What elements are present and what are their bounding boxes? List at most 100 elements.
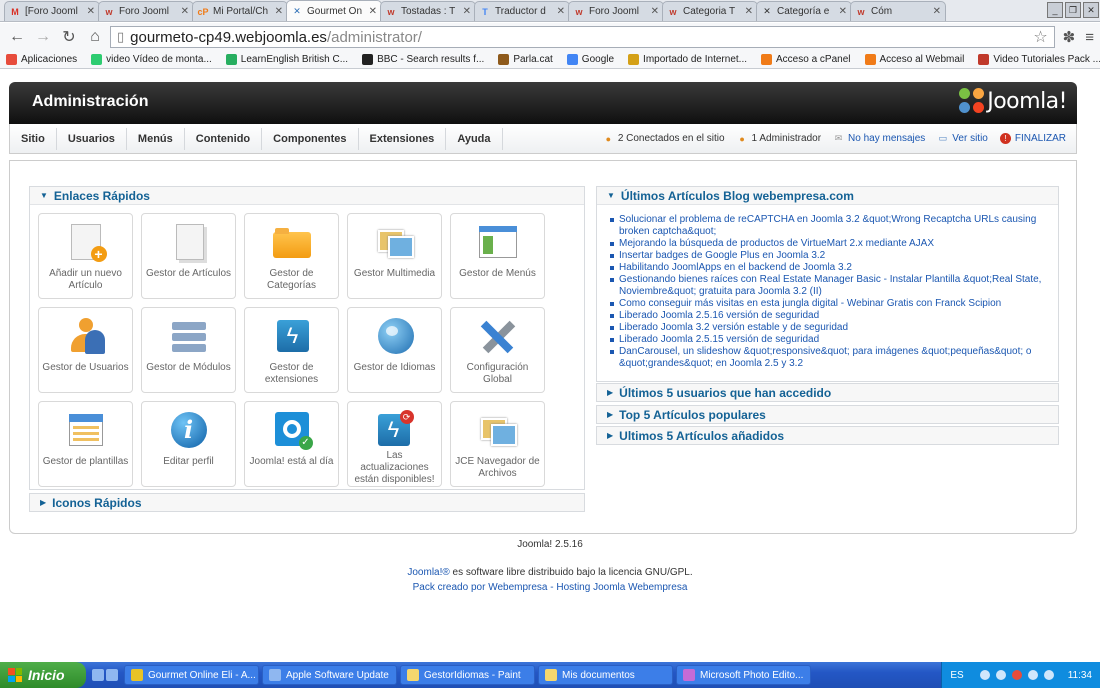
popular-articles-toggle[interactable]: ▶ Top 5 Artículos populares: [596, 405, 1059, 424]
news-article-link[interactable]: Mejorando la búsqueda de productos de Vi…: [610, 238, 1048, 250]
browser-tab[interactable]: M [Foro Jooml ✕: [4, 1, 100, 21]
browser-tab[interactable]: w Cóm ✕: [850, 1, 946, 21]
menu-item-5[interactable]: Componentes: [262, 127, 359, 150]
browser-tab[interactable]: ✕ Categoría e ✕: [756, 1, 852, 21]
tray-icon[interactable]: [1027, 670, 1038, 680]
window-restore-button[interactable]: ❐: [1065, 2, 1081, 18]
quick-link-button[interactable]: ✓ Joomla! está al día: [244, 401, 339, 487]
tray-icon[interactable]: [995, 670, 1006, 680]
quick-link-button[interactable]: Gestor de Menús: [450, 213, 545, 299]
browser-tab[interactable]: w Tostadas : T ✕: [380, 1, 476, 21]
news-article-link[interactable]: Liberado Joomla 3.2 versión estable y de…: [610, 322, 1048, 334]
quick-link-button[interactable]: ϟ Gestor de extensiones: [244, 307, 339, 393]
quick-launch-icon[interactable]: [106, 669, 118, 681]
menu-item-3[interactable]: Menús: [127, 127, 185, 150]
reload-icon[interactable]: ↻: [58, 26, 80, 48]
taskbar-window-button[interactable]: Gourmet Online Eli - A...: [124, 665, 259, 685]
news-article-link[interactable]: Gestionando bienes raíces con Real Estat…: [610, 274, 1048, 298]
taskbar-window-button[interactable]: Apple Software Update: [262, 665, 397, 685]
bookmark-item[interactable]: Video Tutoriales Pack ...: [978, 54, 1100, 65]
menu-item-2[interactable]: Usuarios: [57, 127, 127, 150]
back-arrow-icon[interactable]: ←: [6, 26, 28, 48]
quick-icons-toggle[interactable]: ▶ Iconos Rápidos: [29, 493, 585, 512]
tray-icon[interactable]: [1043, 670, 1054, 680]
menu-item-6[interactable]: Extensiones: [359, 127, 447, 150]
quick-link-button[interactable]: i Editar perfil: [141, 401, 236, 487]
taskbar-window-button[interactable]: GestorIdiomas - Paint: [400, 665, 535, 685]
bookmark-star-icon[interactable]: ☆: [1033, 27, 1047, 47]
home-icon[interactable]: ⌂: [84, 26, 106, 48]
quick-links-header[interactable]: ▼ Enlaces Rápidos: [30, 187, 584, 205]
tray-icon[interactable]: [979, 670, 990, 680]
browser-tab[interactable]: T Traductor d ✕: [474, 1, 570, 21]
bookmark-item[interactable]: video Vídeo de monta...: [91, 54, 212, 65]
view-site-link[interactable]: ▭ Ver sitio: [937, 133, 988, 144]
quick-link-button[interactable]: Gestor de plantillas: [38, 401, 133, 487]
taskbar-window-button[interactable]: Microsoft Photo Edito...: [676, 665, 811, 685]
browser-tab[interactable]: w Foro Jooml ✕: [98, 1, 194, 21]
close-tab-icon[interactable]: ✕: [275, 6, 283, 17]
menu-item-7[interactable]: Ayuda: [446, 127, 503, 150]
close-tab-icon[interactable]: ✕: [839, 6, 847, 17]
logout-link[interactable]: ! FINALIZAR: [999, 133, 1066, 144]
close-tab-icon[interactable]: ✕: [181, 6, 189, 17]
bookmark-item[interactable]: Acceso a cPanel: [761, 54, 851, 65]
browser-tab[interactable]: cP Mi Portal/Ch ✕: [192, 1, 288, 21]
close-tab-icon[interactable]: ✕: [557, 6, 565, 17]
quick-link-button[interactable]: ϟ ⟳ Las actualizaciones están disponibles!: [347, 401, 442, 487]
browser-tab[interactable]: w Foro Jooml ✕: [568, 1, 664, 21]
menu-item-1[interactable]: Sitio: [10, 127, 57, 150]
close-tab-icon[interactable]: ✕: [933, 6, 941, 17]
close-tab-icon[interactable]: ✕: [745, 6, 753, 17]
bookmark-item[interactable]: Parla.cat: [498, 54, 553, 65]
bookmark-item[interactable]: Acceso al Webmail: [864, 54, 964, 65]
news-article-link[interactable]: Solucionar el problema de reCAPTCHA en J…: [610, 214, 1048, 238]
quick-link-button[interactable]: Configuración Global: [450, 307, 545, 393]
last-users-toggle[interactable]: ▶ Últimos 5 usuarios que han accedido: [596, 383, 1059, 402]
news-article-link[interactable]: Insertar badges de Google Plus en Joomla…: [610, 250, 1048, 262]
tray-icon[interactable]: [1011, 670, 1022, 680]
quick-link-button[interactable]: Gestor de Artículos: [141, 213, 236, 299]
hosting-link[interactable]: Hosting Joomla Webempresa: [556, 582, 687, 593]
quick-link-button[interactable]: Gestor de Módulos: [141, 307, 236, 393]
close-tab-icon[interactable]: ✕: [651, 6, 659, 17]
start-button[interactable]: Inicio: [0, 662, 86, 688]
forward-arrow-icon[interactable]: →: [32, 26, 54, 48]
window-close-button[interactable]: ✕: [1083, 2, 1099, 18]
chrome-menu-icon[interactable]: ≡: [1085, 29, 1094, 46]
bookmark-item[interactable]: Importado de Internet...: [628, 54, 747, 65]
taskbar-window-button[interactable]: Mis documentos: [538, 665, 673, 685]
quick-link-button[interactable]: + Añadir un nuevo Artículo: [38, 213, 133, 299]
address-bar[interactable]: ▯ gourmeto-cp49.webjoomla.es/administrat…: [110, 26, 1055, 48]
close-tab-icon[interactable]: ✕: [87, 6, 95, 17]
bookmark-item[interactable]: BBC - Search results f...: [362, 54, 484, 65]
extension-icon[interactable]: ✽: [1063, 28, 1076, 46]
news-article-link[interactable]: Habilitando JoomlApps en el backend de J…: [610, 262, 1048, 274]
quick-link-button[interactable]: Gestor de Usuarios: [38, 307, 133, 393]
close-tab-icon[interactable]: ✕: [369, 6, 377, 17]
close-tab-icon[interactable]: ✕: [463, 6, 471, 17]
jce-file-browser-icon: [477, 410, 519, 452]
menu-item-4[interactable]: Contenido: [185, 127, 263, 150]
bookmark-item[interactable]: Aplicaciones: [6, 54, 77, 65]
joomla-link[interactable]: Joomla!®: [407, 567, 449, 578]
window-minimize-button[interactable]: _: [1047, 2, 1063, 18]
quick-link-button[interactable]: Gestor de Categorías: [244, 213, 339, 299]
browser-tab[interactable]: ✕ Gourmet On ✕: [286, 0, 382, 21]
news-article-link[interactable]: Liberado Joomla 2.5.16 versión de seguri…: [610, 310, 1048, 322]
bookmark-item[interactable]: Google: [566, 54, 614, 65]
messages-link[interactable]: ✉ No hay mensajes: [833, 133, 926, 144]
quick-link-button[interactable]: Gestor de Idiomas: [347, 307, 442, 393]
language-indicator[interactable]: ES: [950, 670, 963, 681]
news-article-link[interactable]: DanCarousel, un slideshow &quot;responsi…: [610, 346, 1048, 370]
webempresa-link[interactable]: Webempresa: [488, 582, 547, 593]
news-article-link[interactable]: Liberado Joomla 2.5.15 versión de seguri…: [610, 334, 1048, 346]
news-article-link[interactable]: Como conseguir más visitas en esta jungl…: [610, 298, 1048, 310]
quick-launch-icon[interactable]: [92, 669, 104, 681]
quick-link-button[interactable]: JCE Navegador de Archivos: [450, 401, 545, 487]
browser-tab[interactable]: w Categoria T ✕: [662, 1, 758, 21]
quick-link-button[interactable]: Gestor Multimedia: [347, 213, 442, 299]
blog-news-header[interactable]: ▼ Últimos Artículos Blog webempresa.com: [597, 187, 1058, 205]
bookmark-item[interactable]: LearnEnglish British C...: [225, 54, 348, 65]
added-articles-toggle[interactable]: ▶ Ultimos 5 Artículos añadidos: [596, 426, 1059, 445]
